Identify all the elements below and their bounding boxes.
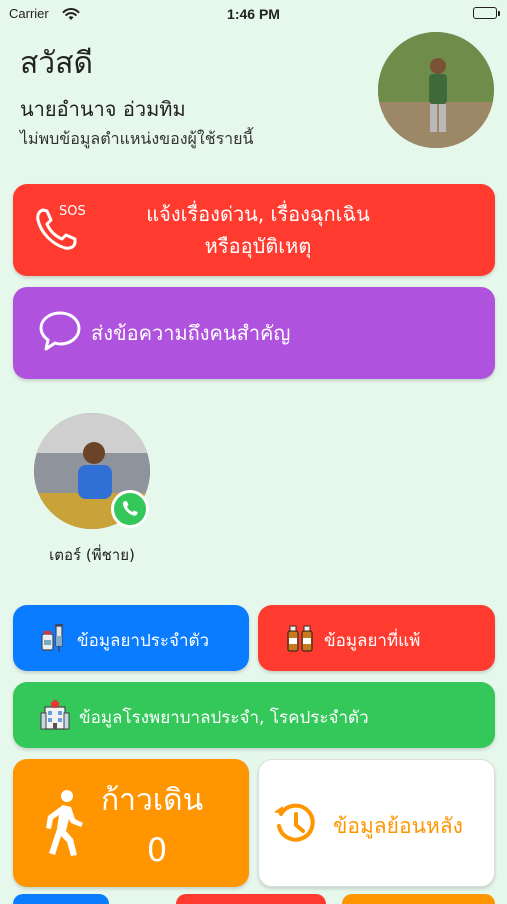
history-card[interactable]: ข้อมูลย้อนหลัง (258, 759, 495, 887)
walking-person-icon (39, 789, 89, 863)
drug-allergy-label: ข้อมูลยาที่แพ้ (324, 631, 421, 651)
clock: 1:46 PM (227, 6, 280, 22)
profile-avatar[interactable] (378, 32, 494, 148)
contact-name: เตอร์ (พี่ชาย) (49, 546, 135, 564)
medicine-bottles-icon (284, 622, 316, 658)
sos-label: แจ้งเรื่องด่วน, เรื่องฉุกเฉิน หรืออุบัติ… (93, 198, 423, 262)
syringe-icon (39, 622, 71, 658)
drug-allergy-button[interactable]: ข้อมูลยาที่แพ้ (258, 605, 495, 671)
next-row-button-1[interactable] (13, 894, 109, 904)
medication-info-label: ข้อมูลยาประจำตัว (77, 631, 210, 651)
next-row-button-3[interactable] (342, 894, 495, 904)
phone-icon (122, 501, 138, 516)
next-row-button-2[interactable] (176, 894, 326, 904)
sos-label-line1: แจ้งเรื่องด่วน, เรื่องฉุกเฉิน (146, 202, 370, 226)
steps-count: 0 (146, 831, 168, 869)
hospital-disease-label: ข้อมูลโรงพยาบาลประจำ, โรคประจำตัว (79, 708, 369, 728)
sos-emergency-button[interactable]: SOS แจ้งเรื่องด่วน, เรื่องฉุกเฉิน หรืออุ… (13, 184, 495, 276)
send-message-label: ส่งข้อความถึงคนสำคัญ (91, 321, 291, 345)
sos-label-line2: หรืออุบัติเหตุ (204, 234, 312, 258)
user-name: นายอำนาจ อ่วมทิม (20, 97, 186, 121)
status-bar: Carrier 1:46 PM (0, 0, 507, 28)
chat-bubble-icon (37, 309, 83, 357)
history-label: ข้อมูลย้อนหลัง (333, 814, 463, 838)
sos-tag: SOS (59, 204, 86, 219)
step-counter-card[interactable]: ก้าวเดิน 0 (13, 759, 249, 887)
history-clock-icon (271, 800, 319, 852)
steps-label: ก้าวเดิน (101, 783, 204, 818)
location-status: ไม่พบข้อมูลตำแหน่งของผู้ใช้รายนี้ (20, 129, 254, 148)
hospital-disease-button[interactable]: ข้อมูลโรงพยาบาลประจำ, โรคประจำตัว (13, 682, 495, 748)
medication-info-button[interactable]: ข้อมูลยาประจำตัว (13, 605, 249, 671)
call-contact-button[interactable] (111, 490, 149, 528)
send-message-button[interactable]: ส่งข้อความถึงคนสำคัญ (13, 287, 495, 379)
battery-icon (473, 7, 500, 19)
hospital-icon (39, 699, 71, 735)
greeting-title: สวัสดี (20, 46, 93, 81)
